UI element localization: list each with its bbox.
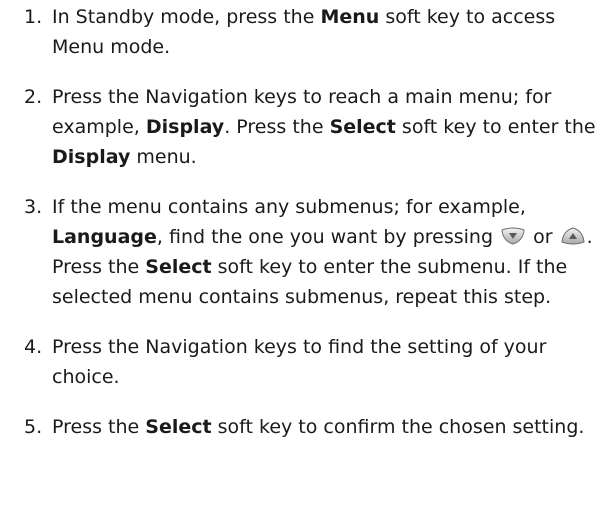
step-2: 2. Press the Navigation keys to reach a …: [24, 82, 608, 172]
bold-term: Display: [145, 116, 225, 138]
bold-term: Select: [329, 116, 396, 138]
text-run: Press the Navigation keys to find the se…: [52, 336, 547, 388]
text-run: If the menu contains any submenus; for e…: [52, 196, 526, 218]
step-text: Press the Navigation keys to reach a mai…: [52, 82, 608, 172]
text-run: or: [527, 226, 559, 248]
bold-term: Select: [145, 416, 212, 438]
text-run: soft key to confirm the chosen setting.: [211, 416, 585, 438]
step-number: 5.: [24, 416, 43, 438]
text-run: , find the one you want by pressing: [156, 226, 500, 248]
step-number: 4.: [24, 336, 43, 358]
step-text: Press the Select soft key to confirm the…: [52, 412, 608, 442]
step-number: 1.: [24, 6, 43, 28]
step-3: 3. If the menu contains any submenus; fo…: [24, 192, 608, 312]
step-text: Press the Navigation keys to find the se…: [52, 332, 608, 392]
manual-page: 1. In Standby mode, press the Menu soft …: [0, 0, 610, 523]
text-run: . Press the: [224, 116, 330, 138]
bold-term: Display: [52, 146, 131, 168]
step-text: In Standby mode, press the Menu soft key…: [52, 2, 608, 62]
nav-down-key-icon: [500, 226, 526, 246]
step-text: If the menu contains any submenus; for e…: [52, 192, 608, 312]
step-1: 1. In Standby mode, press the Menu soft …: [24, 2, 608, 62]
step-4: 4. Press the Navigation keys to find the…: [24, 332, 608, 392]
text-run: menu.: [130, 146, 197, 168]
step-5: 5. Press the Select soft key to confirm …: [24, 412, 608, 442]
bold-term: Language: [52, 226, 157, 248]
bold-term: Menu: [320, 6, 380, 28]
nav-up-key-icon: [560, 226, 586, 246]
step-number: 3.: [24, 196, 43, 218]
text-run: Press the: [52, 416, 146, 438]
text-run: soft key to enter the: [395, 116, 596, 138]
step-number: 2.: [24, 86, 43, 108]
bold-term: Select: [145, 256, 212, 278]
instruction-steps-list: 1. In Standby mode, press the Menu soft …: [24, 2, 608, 462]
text-run: In Standby mode, press the: [52, 6, 321, 28]
